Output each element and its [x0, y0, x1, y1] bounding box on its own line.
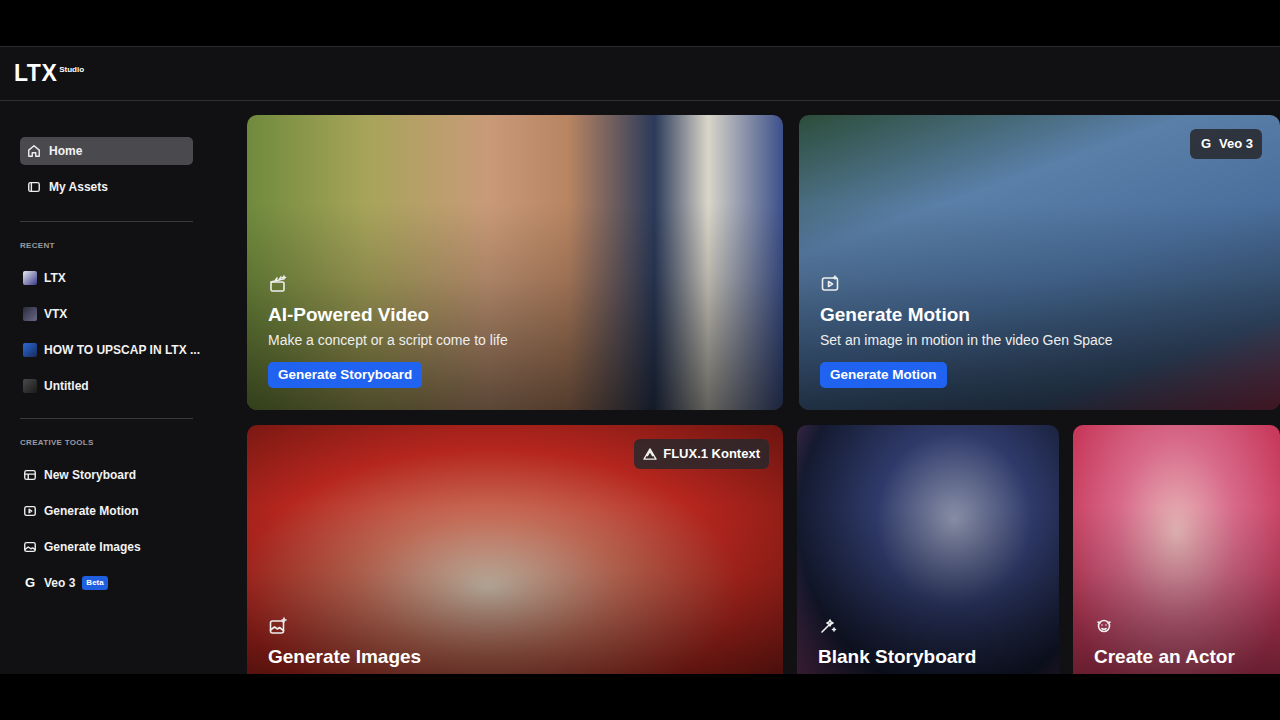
card-content: AI-Powered Video Make a concept or a scri…: [268, 271, 762, 388]
letterbox-top: [0, 0, 1280, 46]
nav-label: My Assets: [49, 178, 108, 196]
project-label: VTX: [44, 305, 67, 323]
card-description: Make a concept or a script come to life: [268, 331, 762, 349]
section-heading: RECENT: [20, 240, 193, 252]
play-icon: [820, 271, 840, 291]
project-label: HOW TO UPSCAP IN LTX ...: [44, 341, 200, 359]
board-icon: [23, 468, 37, 482]
project-label: LTX: [44, 269, 66, 287]
card-row: AI-Powered Video Make a concept or a scri…: [247, 115, 1280, 410]
app-window: LTXStudio HomeMy AssetsRECENTLTXVTXHOW T…: [0, 46, 1280, 674]
google-icon: G: [1199, 134, 1213, 154]
card-title: Generate Motion: [820, 303, 1259, 327]
sidebar-nav-item[interactable]: Home: [20, 137, 193, 165]
tool-label: Generate Images: [44, 538, 141, 556]
google-icon: G: [23, 573, 37, 593]
project-thumbnail: [23, 271, 37, 285]
project-thumbnail: [23, 379, 37, 393]
creative-tool[interactable]: G Veo 3 Beta: [20, 573, 193, 593]
model-badge: FLUX.1 Kontext: [634, 439, 769, 469]
project-thumbnail: [23, 343, 37, 357]
app-body: Home My Assets RECENT LTX VTX HOW TO UPSCAP I…: [0, 101, 1280, 674]
feature-card[interactable]: FLUX.1 Kontext Generate Images: [247, 425, 783, 674]
feature-card[interactable]: G Veo 3 Generate Motion Set an image in mot…: [799, 115, 1280, 410]
recent-project[interactable]: Untitled: [20, 376, 193, 396]
feature-card[interactable]: AI-Powered Video Make a concept or a scri…: [247, 115, 783, 410]
model-badge: G Veo 3: [1190, 129, 1262, 159]
card-title: Generate Images: [268, 645, 762, 669]
card-shade: [1073, 425, 1280, 674]
recent-project[interactable]: HOW TO UPSCAP IN LTX ...: [20, 340, 193, 360]
sidebar-nav-item[interactable]: My Assets: [20, 173, 193, 201]
card-title: AI-Powered Video: [268, 303, 762, 327]
clap-icon: [268, 271, 288, 291]
logo[interactable]: LTXStudio: [14, 62, 84, 85]
nav-label: Home: [49, 142, 82, 160]
card-button[interactable]: Generate Motion: [820, 362, 947, 388]
header: LTXStudio: [0, 46, 1280, 101]
flux-icon: [643, 448, 657, 460]
tool-label: New Storyboard: [44, 466, 136, 484]
images-icon: [23, 540, 37, 554]
logo-sub: Studio: [59, 64, 84, 76]
pics-icon: [268, 613, 288, 633]
actor-icon: [1094, 613, 1114, 633]
letterbox-bottom: [0, 674, 1280, 720]
creative-tool[interactable]: New Storyboard: [20, 465, 193, 485]
project-thumbnail: [23, 307, 37, 321]
section-heading: CREATIVE TOOLS: [20, 437, 193, 449]
separator: [20, 221, 193, 222]
folder-icon: [27, 180, 41, 194]
beta-badge: Beta: [82, 576, 107, 590]
main-area: AI-Powered Video Make a concept or a scri…: [215, 101, 1280, 674]
recent-project[interactable]: LTX: [20, 268, 193, 288]
card-shade: [797, 425, 1059, 674]
card-button[interactable]: Generate Storyboard: [268, 362, 422, 388]
card-content: Create an Actor: [1094, 613, 1259, 669]
sidebar: Home My Assets RECENT LTX VTX HOW TO UPSCAP I…: [0, 101, 215, 674]
home-icon: [27, 144, 41, 158]
motion-icon: [23, 504, 37, 518]
recent-project[interactable]: VTX: [20, 304, 193, 324]
video-frame: LTXStudio HomeMy AssetsRECENTLTXVTXHOW T…: [0, 0, 1280, 720]
badge-label: FLUX.1 Kontext: [663, 444, 760, 464]
separator: [20, 418, 193, 419]
creative-tool[interactable]: Generate Motion: [20, 501, 193, 521]
card-title: Create an Actor: [1094, 645, 1259, 669]
tool-label: Generate Motion: [44, 502, 139, 520]
card-title: Blank Storyboard: [818, 645, 1038, 669]
feature-card[interactable]: Create an Actor: [1073, 425, 1280, 674]
wand-icon: [818, 613, 838, 633]
logo-mark: LTX: [14, 62, 57, 85]
badge-label: Veo 3: [1219, 134, 1253, 154]
card-row: FLUX.1 Kontext Generate Images Blank Story…: [247, 425, 1280, 674]
card-content: Generate Motion Set an image in motion in…: [820, 271, 1259, 388]
card-content: Generate Images: [268, 613, 762, 669]
tool-label: Veo 3: [44, 574, 75, 592]
creative-tool[interactable]: Generate Images: [20, 537, 193, 557]
card-description: Set an image in motion in the video Gen …: [820, 331, 1259, 349]
project-label: Untitled: [44, 377, 89, 395]
feature-card[interactable]: Blank Storyboard: [797, 425, 1059, 674]
card-content: Blank Storyboard: [818, 613, 1038, 669]
